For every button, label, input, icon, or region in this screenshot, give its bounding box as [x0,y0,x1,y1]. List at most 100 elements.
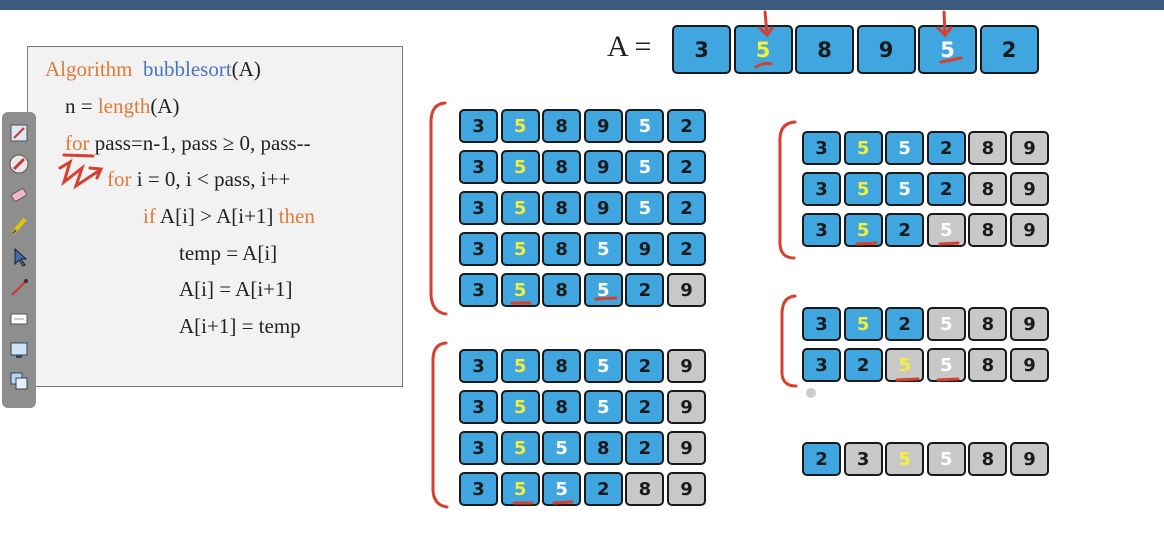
annotation-toolbar [2,112,36,408]
array-cell: 5 [885,172,925,206]
array-cell: 9 [1010,172,1049,206]
code-token: pass=n-1, pass ≥ 0, pass-- [89,131,311,155]
array-cell: 3 [843,442,883,476]
pen-icon[interactable] [8,122,30,144]
array-cell: 9 [625,232,665,266]
code-token: for [65,131,90,155]
array-cell: 8 [542,349,582,383]
pseudocode-line: Algorithm bubblesort(A) [45,57,261,82]
array-cell: 9 [667,472,706,506]
array-cell: 9 [1010,307,1049,341]
pseudocode-line: if A[i] > A[i+1] then [143,204,315,229]
array-cell: 5 [926,307,966,341]
array-cell: 2 [885,213,925,247]
array-cell: 5 [500,109,540,143]
array-cell: 5 [500,349,540,383]
code-token: A[i] > A[i+1] [155,204,279,228]
array-cell: 8 [968,213,1008,247]
pseudocode-line: for i = 0, i < pass, i++ [107,167,290,192]
array-cell: 2 [802,442,841,476]
array-cell: 3 [802,213,841,247]
array-cell: 9 [1010,442,1049,476]
array-cell: 9 [583,191,623,225]
array-cell: 9 [583,109,623,143]
array-cell: 5 [583,273,623,307]
array-cell: 5 [843,307,883,341]
array-cell: 3 [802,348,841,382]
array-cell: 8 [583,431,623,465]
bracket-pass-3 [778,120,797,260]
bracket-pass-1 [429,101,448,316]
array-cell: 5 [583,390,623,424]
array-cell: 5 [625,150,665,184]
code-token: for [107,167,132,191]
array-cell: 5 [885,131,925,165]
array-cell: 2 [979,25,1039,74]
code-token: A[i] = A[i+1] [179,277,293,301]
array-cell: 2 [667,191,706,225]
array-cell: 8 [795,25,854,74]
code-token: (A) [231,57,261,81]
code-token: length [97,94,151,118]
array-cell: 5 [583,349,623,383]
array-cell: 8 [542,109,582,143]
array-cell: 5 [733,25,793,74]
array-cell: 9 [667,349,706,383]
array-cell: 2 [843,348,883,382]
array-cell: 5 [843,172,883,206]
array-cell: 2 [667,109,706,143]
line-icon[interactable] [8,277,30,299]
array-cell: 3 [459,232,498,266]
array-cell: 3 [459,150,498,184]
pseudocode-line: for pass=n-1, pass ≥ 0, pass-- [65,131,311,156]
array-cell: 2 [667,232,706,266]
window-top-bar [0,0,1164,10]
array-cell: 3 [802,307,841,341]
array-cell: 9 [1010,348,1049,382]
eraser-icon[interactable] [8,184,30,206]
array-cell: 5 [625,191,665,225]
array-cell: 8 [542,232,582,266]
array-cell: 5 [500,390,540,424]
array-cell: 5 [885,348,925,382]
code-token: A[i+1] = temp [179,314,301,338]
array-cell: 5 [500,431,540,465]
array-cell: 9 [856,25,916,74]
array-label: A = [607,30,652,63]
array-cell: 2 [583,472,623,506]
array-cell: 2 [625,349,665,383]
array-cell: 2 [667,150,706,184]
array-cell: 9 [667,390,706,424]
array-cell: 9 [1010,213,1049,247]
whiteboard-icon[interactable] [8,308,30,330]
marker-icon[interactable] [8,153,30,175]
bracket-pass-2 [431,341,449,509]
pseudocode-line: temp = A[i] [179,241,277,266]
array-cell: 3 [802,131,841,165]
array-cell: 3 [459,472,498,506]
array-cell: 8 [968,348,1008,382]
array-cell: 3 [459,191,498,225]
cursor-dot [806,388,816,398]
array-cell: 8 [542,150,582,184]
array-cell: 2 [885,307,925,341]
highlighter-icon[interactable] [8,215,30,237]
array-cell: 8 [625,472,665,506]
capture-icon[interactable] [8,370,30,392]
array-cell: 9 [667,273,706,307]
code-token: n = [65,94,98,118]
array-cell: 5 [926,348,966,382]
array-cell: 5 [926,442,966,476]
code-token: i = 0, i < pass, i++ [131,167,291,191]
array-cell: 3 [459,390,498,424]
array-cell: 2 [625,431,665,465]
screen-icon[interactable] [8,339,30,361]
array-cell: 8 [968,131,1008,165]
code-token: then [278,204,315,228]
pointer-icon[interactable] [8,246,30,268]
array-cell: 3 [459,109,498,143]
array-cell: 5 [542,431,582,465]
array-cell: 3 [459,431,498,465]
code-token: temp = A[i] [179,241,278,265]
array-cell: 5 [926,213,966,247]
